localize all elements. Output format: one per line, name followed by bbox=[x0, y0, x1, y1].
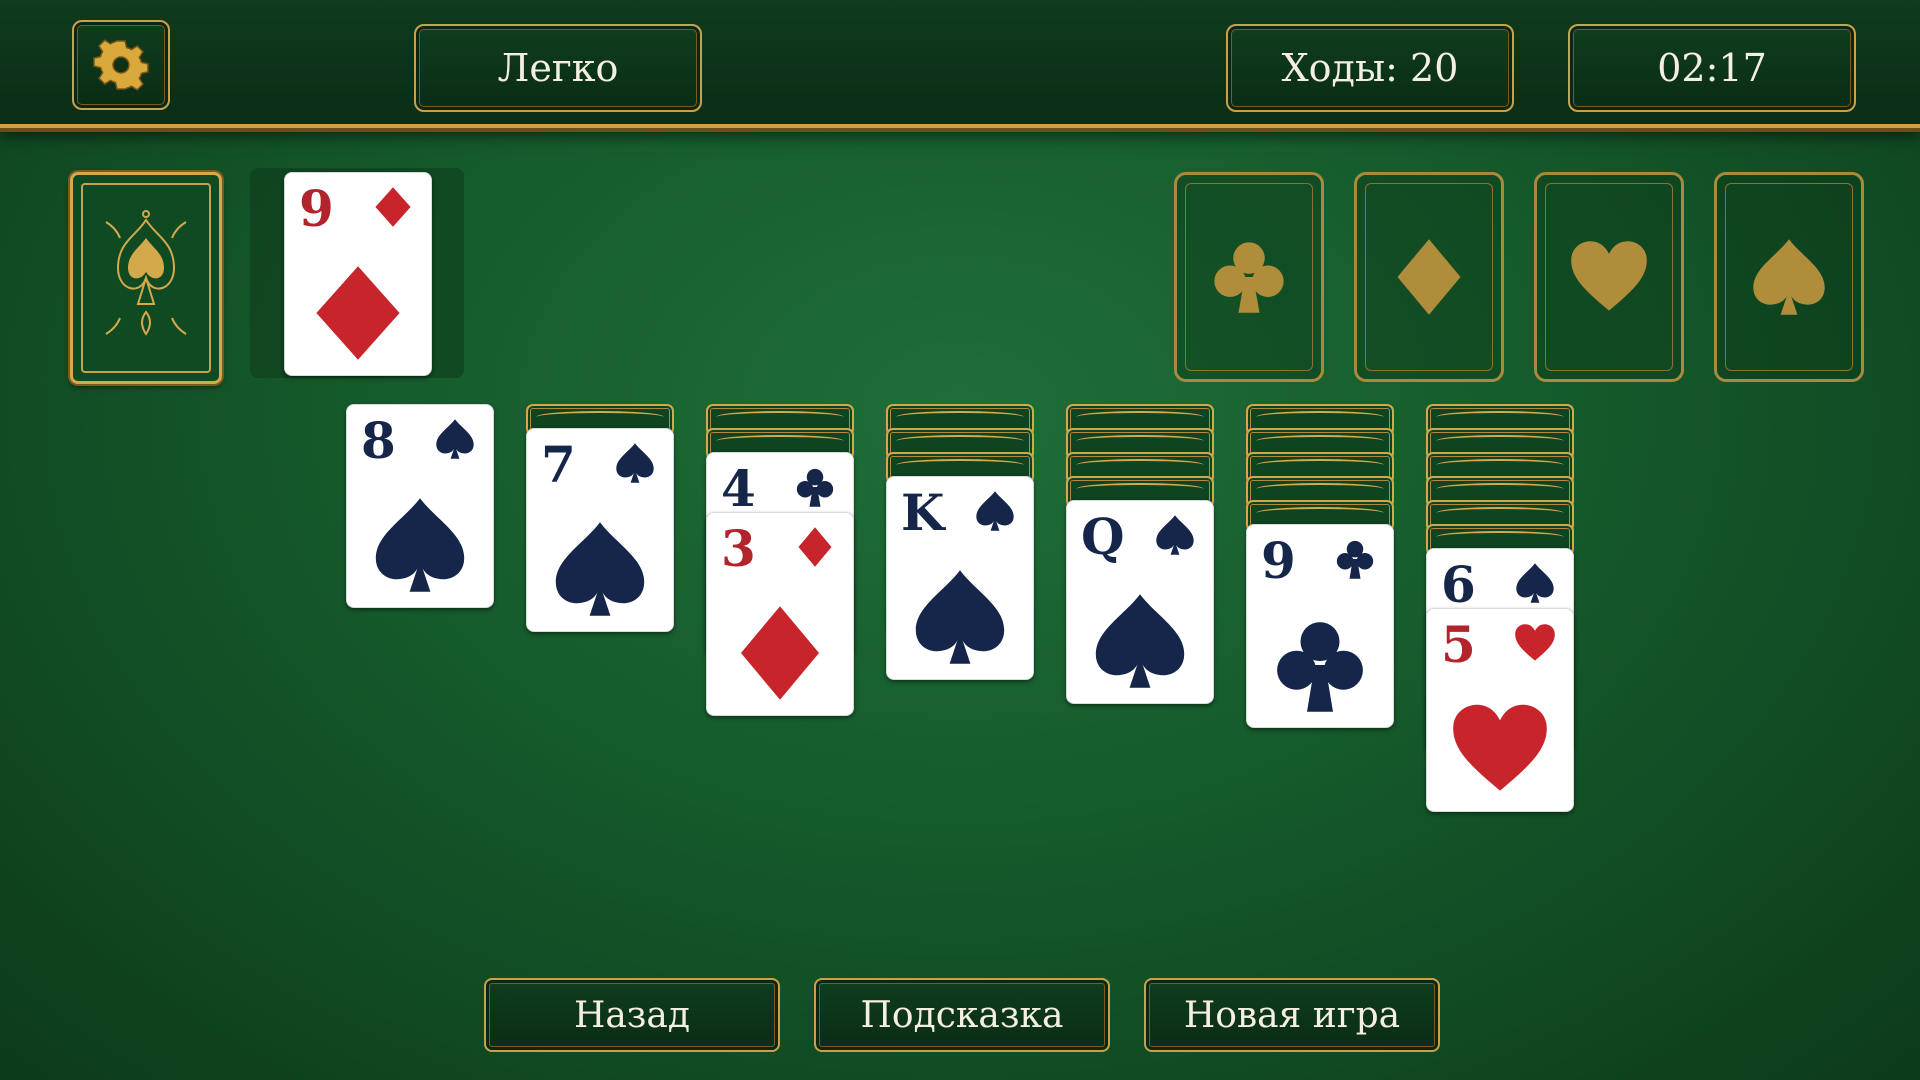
card-rank: 5 bbox=[1441, 615, 1476, 674]
foundation-diamonds[interactable] bbox=[1354, 172, 1504, 382]
spade-icon bbox=[436, 419, 474, 459]
tableau-card[interactable]: 9 bbox=[1246, 524, 1394, 728]
spade-icon bbox=[1095, 594, 1185, 688]
card-rank: 9 bbox=[299, 179, 334, 238]
heart-icon bbox=[1515, 624, 1555, 661]
card-back-ornament bbox=[1436, 435, 1564, 447]
tableau-card[interactable]: 7 bbox=[526, 428, 674, 632]
difficulty-label: Легко bbox=[414, 24, 702, 112]
timer-display: 02:17 bbox=[1568, 24, 1856, 112]
heart-icon bbox=[1571, 241, 1647, 311]
diamond-icon bbox=[375, 187, 411, 227]
foundation-clubs[interactable] bbox=[1174, 172, 1324, 382]
club-icon bbox=[796, 468, 834, 507]
foundation-spades[interactable] bbox=[1714, 172, 1864, 382]
new-game-button[interactable]: Новая игра bbox=[1144, 978, 1440, 1052]
diamond-icon bbox=[1397, 239, 1461, 315]
card-back-ornament bbox=[1436, 531, 1564, 543]
moves-text: Ходы: 20 bbox=[1281, 46, 1459, 90]
settings-button[interactable] bbox=[72, 20, 170, 110]
tableau-card[interactable]: 5 bbox=[1426, 608, 1574, 812]
card-rank: K bbox=[901, 483, 945, 542]
card-back-ornament bbox=[1436, 483, 1564, 495]
card-back-ornament bbox=[1436, 411, 1564, 423]
back-button-label: Назад bbox=[573, 994, 691, 1036]
tableau-card[interactable]: Q bbox=[1066, 500, 1214, 704]
spade-icon bbox=[616, 443, 654, 483]
card-back-ornament bbox=[896, 411, 1024, 423]
card-back-ornament bbox=[1076, 411, 1204, 423]
card-back-ornament bbox=[896, 435, 1024, 447]
club-icon bbox=[1336, 540, 1374, 579]
card-rank: 8 bbox=[361, 411, 396, 470]
hint-button[interactable]: Подсказка bbox=[814, 978, 1110, 1052]
heart-icon bbox=[1453, 704, 1547, 791]
tableau-card[interactable]: 3 bbox=[706, 512, 854, 716]
spade-icon bbox=[555, 522, 645, 616]
moves-counter: Ходы: 20 bbox=[1226, 24, 1514, 112]
card-back-ornament bbox=[896, 459, 1024, 471]
waste-card[interactable]: 9 bbox=[284, 172, 432, 376]
card-back-ornament bbox=[1256, 483, 1384, 495]
card-back-ornament bbox=[716, 435, 844, 447]
top-bar: Легко Ходы: 20 02:17 bbox=[0, 0, 1920, 128]
card-back-ornament bbox=[1076, 483, 1204, 495]
card-back-ornament bbox=[1076, 435, 1204, 447]
stock-pile[interactable] bbox=[70, 172, 222, 384]
card-back-ornament bbox=[1256, 507, 1384, 519]
club-icon bbox=[1214, 242, 1284, 313]
spade-icon bbox=[1516, 563, 1554, 603]
tableau-card[interactable]: K bbox=[886, 476, 1034, 680]
spade-icon bbox=[1156, 515, 1194, 555]
card-rank: 4 bbox=[721, 459, 756, 518]
diamond-icon bbox=[798, 527, 832, 567]
spade-icon bbox=[915, 570, 1005, 664]
spade-icon bbox=[375, 498, 465, 592]
card-rank: 6 bbox=[1441, 555, 1476, 614]
diamond-icon bbox=[316, 266, 400, 360]
spade-icon bbox=[1753, 239, 1825, 315]
card-back-ornament bbox=[716, 411, 844, 423]
diamond-icon bbox=[741, 606, 819, 700]
card-back-ornament bbox=[536, 411, 664, 423]
hint-button-label: Подсказка bbox=[860, 994, 1064, 1036]
card-back-ornament bbox=[1436, 459, 1564, 471]
card-back-ornament bbox=[1256, 411, 1384, 423]
card-back-ornament bbox=[1076, 459, 1204, 471]
difficulty-text: Легко bbox=[497, 46, 619, 90]
card-back-ornament bbox=[1436, 507, 1564, 519]
card-back-ornament bbox=[1256, 459, 1384, 471]
card-rank: 9 bbox=[1261, 531, 1296, 590]
card-back-ornament bbox=[1256, 435, 1384, 447]
spade-icon bbox=[976, 491, 1014, 531]
new-game-button-label: Новая игра bbox=[1183, 994, 1401, 1036]
tableau-card[interactable]: 8 bbox=[346, 404, 494, 608]
foundation-hearts[interactable] bbox=[1534, 172, 1684, 382]
card-rank: 7 bbox=[541, 435, 576, 494]
spade-ornament-icon bbox=[105, 210, 187, 336]
card-rank: 3 bbox=[721, 519, 756, 578]
club-icon bbox=[1277, 622, 1363, 712]
back-button[interactable]: Назад bbox=[484, 978, 780, 1052]
card-rank: Q bbox=[1081, 507, 1125, 566]
timer-text: 02:17 bbox=[1657, 46, 1767, 90]
gear-icon bbox=[93, 39, 149, 91]
